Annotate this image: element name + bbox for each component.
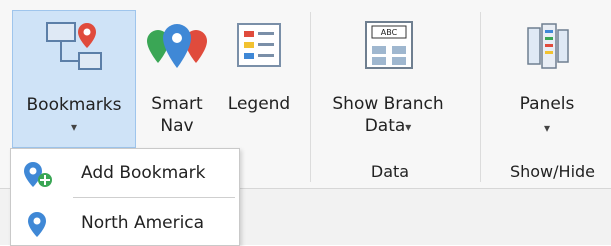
menu-item-label: Add Bookmark: [81, 163, 206, 183]
chevron-down-icon: ▾: [405, 120, 412, 134]
bookmarks-label: Bookmarks: [26, 95, 122, 115]
smart-nav-label-line1: Smart: [151, 94, 203, 114]
smart-nav-label-line2: Nav: [160, 116, 194, 136]
add-bookmark-icon: [23, 161, 55, 194]
legend-button[interactable]: Legend: [218, 10, 300, 148]
legend-icon: [236, 22, 282, 73]
panels-label: Panels: [519, 94, 575, 114]
map-pin-icon: [23, 211, 55, 244]
chevron-down-icon: ▾: [543, 121, 551, 135]
menu-item-label: North America: [81, 213, 205, 233]
bookmarks-icon: [41, 17, 107, 78]
show-branch-data-label-line2: Data▾: [318, 116, 458, 137]
panels-icon: [522, 20, 572, 77]
menu-item-add-bookmark[interactable]: Add Bookmark: [11, 151, 237, 195]
abc-icon-text: ABC: [381, 28, 398, 37]
bookmarks-button[interactable]: Bookmarks ▾: [12, 10, 136, 148]
smart-nav-icon: [144, 20, 210, 81]
bookmarks-dropdown-menu: Add Bookmark North America: [10, 148, 240, 246]
legend-label: Legend: [227, 94, 291, 114]
menu-separator: [73, 197, 235, 198]
smart-nav-button[interactable]: Smart Nav: [140, 10, 214, 148]
group-separator: [310, 12, 311, 182]
group-separator: [480, 12, 481, 182]
group-label-data: Data: [370, 162, 410, 181]
data-label: Data: [364, 116, 406, 136]
show-branch-data-button[interactable]: ABC Show Branch Data▾: [318, 10, 458, 148]
show-branch-data-label-line1: Show Branch: [332, 94, 444, 114]
branch-data-icon: ABC: [364, 20, 414, 75]
group-label-show-hide: Show/Hide: [509, 162, 596, 181]
panels-button[interactable]: Panels ▾: [492, 10, 602, 148]
chevron-down-icon: ▾: [70, 120, 78, 134]
menu-item-north-america[interactable]: North America: [11, 201, 237, 245]
